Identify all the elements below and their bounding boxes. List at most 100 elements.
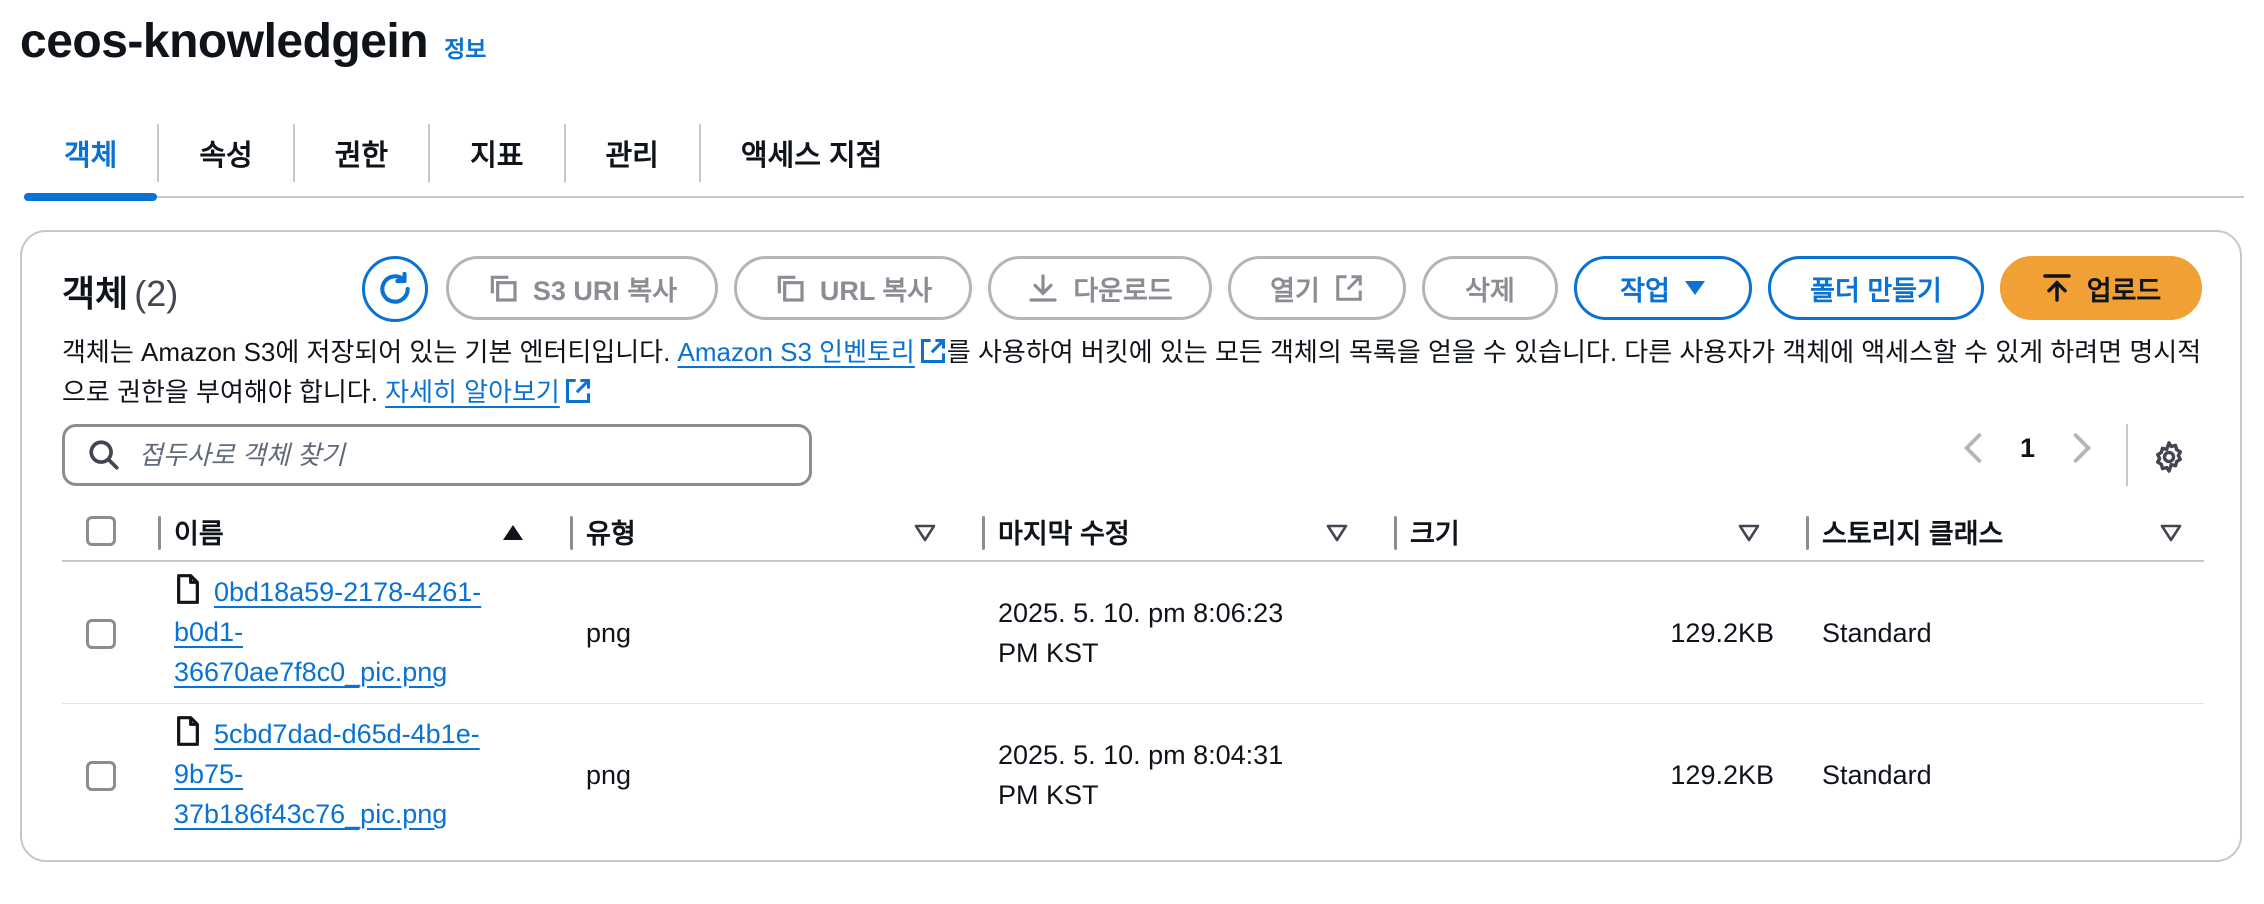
object-name-part: 0bd18a59-2178-4261- (214, 577, 482, 607)
copy-s3-uri-label: S3 URI 복사 (532, 275, 678, 306)
column-divider (1394, 516, 1397, 550)
object-type-cell: png (586, 618, 632, 648)
column-header-size[interactable]: 크기 (1410, 502, 1460, 560)
row-checkbox[interactable] (86, 619, 116, 649)
table-row: 0bd18a59-2178-4261- b0d1- 36670ae7f8c0_pic… (62, 562, 2204, 704)
object-link[interactable]: 0bd18a59-2178-4261- b0d1- 36670ae7f8c0_pic… (174, 577, 481, 687)
file-icon (177, 574, 199, 604)
storage-class-cell: Standard (1822, 618, 1932, 648)
column-header-name[interactable]: 이름 (174, 502, 224, 560)
inventory-link-label: Amazon S3 인벤토리 (677, 337, 915, 367)
info-link[interactable]: 정보 (444, 30, 486, 64)
table-header: 이름 유형 마지막 수정 크기 스토리지 클래스 (62, 502, 2204, 562)
inventory-link[interactable]: Amazon S3 인벤토리 (678, 337, 915, 367)
objects-title: 객체 (62, 273, 129, 314)
tab-permissions[interactable]: 권한 (295, 121, 428, 185)
learn-more-label: 자세히 알아보기 (385, 377, 560, 407)
chevron-left-icon[interactable] (1962, 432, 1984, 464)
caret-down-icon (1684, 281, 1705, 295)
external-link-icon (1336, 275, 1362, 301)
object-size-cell: 129.2KB (1670, 760, 1774, 790)
description-text-1: 객체는 Amazon S3에 저장되어 있는 기본 엔터티입니다. (62, 337, 678, 367)
object-type-cell: png (586, 760, 632, 790)
learn-more-link[interactable]: 자세히 알아보기 (385, 377, 560, 407)
column-header-type[interactable]: 유형 (586, 502, 636, 560)
objects-panel: 객체 (2) S3 URI 복사 URL 복사 다운로드 열기 삭제 작업 폴더… (20, 230, 2242, 862)
external-link-icon (920, 338, 945, 364)
column-divider (570, 516, 573, 550)
object-name-part: 37b186f43c76_pic.png (174, 799, 448, 829)
download-icon (1029, 274, 1057, 302)
search-icon (89, 440, 119, 470)
object-name-part: 9b75- (174, 759, 244, 789)
last-modified-date: 2025. 5. 10. pm 8:06:23 (998, 598, 1284, 628)
tab-objects[interactable]: 객체 (24, 121, 158, 201)
download-button[interactable]: 다운로드 (988, 256, 1212, 320)
sort-descending-icon[interactable] (1738, 524, 1760, 542)
delete-label: 삭제 (1465, 275, 1515, 306)
refresh-icon (380, 271, 410, 304)
search-input[interactable] (139, 439, 759, 471)
last-modified-cell: 2025. 5. 10. pm 8:04:31 PM KST (998, 735, 1283, 815)
column-divider (158, 516, 161, 550)
tab-properties[interactable]: 속성 (159, 121, 292, 185)
object-name-cell: 5cbd7dad-d65d-4b1e- 9b75- 37b186f43c76_pic… (174, 714, 534, 834)
page-header: ceos-knowledgein 정보 (20, 14, 486, 69)
actions-label: 작업 (1620, 275, 1670, 306)
copy-url-label: URL 복사 (819, 275, 933, 306)
last-modified-timezone: PM KST (998, 780, 1099, 810)
table-settings-button[interactable] (2152, 440, 2186, 479)
delete-button[interactable]: 삭제 (1422, 256, 1558, 320)
page-title: ceos-knowledgein (20, 15, 429, 68)
column-divider (982, 516, 985, 550)
last-modified-cell: 2025. 5. 10. pm 8:06:23 PM KST (998, 593, 1283, 673)
tab-access-points[interactable]: 액세스 지점 (701, 121, 922, 185)
create-folder-button[interactable]: 폴더 만들기 (1768, 256, 1984, 320)
object-link[interactable]: 5cbd7dad-d65d-4b1e- 9b75- 37b186f43c76_pic… (174, 719, 480, 829)
last-modified-timezone: PM KST (998, 638, 1099, 668)
objects-table: 이름 유형 마지막 수정 크기 스토리지 클래스 0bd18a59-2178-4… (62, 502, 2204, 846)
objects-count: (2) (134, 273, 179, 314)
settings-icon (2155, 441, 2183, 473)
sort-descending-icon[interactable] (1326, 524, 1348, 542)
sort-ascending-icon[interactable] (502, 524, 524, 542)
current-page[interactable]: 1 (2020, 433, 2035, 464)
object-name-part: 5cbd7dad-d65d-4b1e- (214, 719, 480, 749)
object-name-cell: 0bd18a59-2178-4261- b0d1- 36670ae7f8c0_pic… (174, 572, 534, 692)
upload-icon (2043, 274, 2071, 302)
copy-icon (490, 275, 517, 302)
external-link-icon (565, 378, 590, 404)
pagination: 1 (1962, 432, 2093, 464)
tab-metrics[interactable]: 지표 (430, 121, 563, 185)
chevron-right-icon[interactable] (2071, 432, 2093, 464)
file-icon (177, 716, 199, 746)
copy-s3-uri-button[interactable]: S3 URI 복사 (446, 256, 718, 320)
objects-description: 객체는 Amazon S3에 저장되어 있는 기본 엔터티입니다. Amazon… (62, 332, 2202, 412)
refresh-button[interactable] (362, 256, 428, 322)
search-box (62, 424, 812, 486)
actions-dropdown-button[interactable]: 작업 (1574, 256, 1752, 320)
column-divider (1806, 516, 1809, 550)
column-header-storage-class[interactable]: 스토리지 클래스 (1822, 502, 2003, 560)
table-row: 5cbd7dad-d65d-4b1e- 9b75- 37b186f43c76_pic… (62, 704, 2204, 846)
object-name-part: b0d1- (174, 617, 244, 647)
sort-descending-icon[interactable] (914, 524, 936, 542)
tab-bar: 객체 속성 권한 지표 관리 액세스 지점 (24, 118, 2244, 201)
pagination-divider (2126, 424, 2128, 486)
open-button[interactable]: 열기 (1228, 256, 1406, 320)
upload-button[interactable]: 업로드 (2000, 256, 2202, 320)
open-label: 열기 (1270, 275, 1320, 306)
column-header-last-modified[interactable]: 마지막 수정 (998, 502, 1130, 560)
sort-descending-icon[interactable] (2160, 524, 2182, 542)
storage-class-cell: Standard (1822, 760, 1932, 790)
create-folder-label: 폴더 만들기 (1810, 275, 1942, 306)
copy-url-button[interactable]: URL 복사 (734, 256, 972, 320)
select-all-checkbox[interactable] (86, 516, 116, 546)
upload-label: 업로드 (2086, 275, 2162, 306)
objects-heading: 객체 (2) (62, 265, 178, 317)
tab-management[interactable]: 관리 (566, 121, 699, 185)
download-label: 다운로드 (1073, 275, 1173, 306)
object-name-part: 36670ae7f8c0_pic.png (174, 657, 448, 687)
last-modified-date: 2025. 5. 10. pm 8:04:31 (998, 740, 1284, 770)
row-checkbox[interactable] (86, 761, 116, 791)
